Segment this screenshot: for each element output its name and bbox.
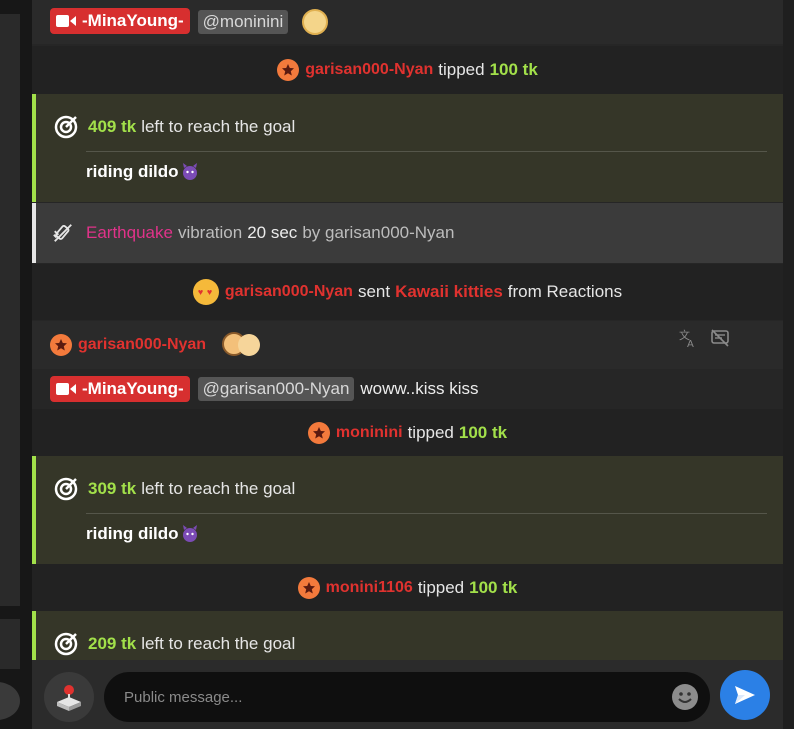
hide-message-icon[interactable] <box>710 328 730 348</box>
goal-notice: 209 tk left to reach the goal <box>32 611 783 660</box>
tip-amount: 100 tk <box>458 422 508 442</box>
emoji-icon <box>302 9 329 35</box>
reaction-verb: sent <box>357 282 391 301</box>
goal-text: left to reach the goal <box>141 634 296 653</box>
joystick-icon <box>57 685 81 711</box>
star-badge-icon <box>307 421 330 444</box>
mention[interactable]: @moninini <box>197 10 289 34</box>
goal-remaining: 409 tk <box>88 117 137 136</box>
vibration-duration: 20 sec <box>247 223 298 242</box>
video-camera-icon <box>56 15 76 27</box>
tip-notice: garisan000-Nyan tipped 100 tk <box>32 46 783 94</box>
tip-amount: 100 tk <box>489 60 538 79</box>
reply-message: -MinaYoung- @garisan000-Nyan woww..kiss … <box>32 369 783 409</box>
left-panel-lower <box>0 619 20 669</box>
goal-notice: 309 tk left to reach the goal riding dil… <box>32 456 783 564</box>
tipper-name[interactable]: monini1106 <box>326 579 413 597</box>
reaction-item: Kawaii kitties <box>395 282 503 301</box>
target-icon <box>54 477 78 501</box>
reaction-notice: ♥ ♥ garisan000-Nyan sent Kawaii kitties … <box>32 264 783 320</box>
reaction-user[interactable]: garisan000-Nyan <box>225 283 353 301</box>
goal-divider <box>86 513 767 514</box>
tip-amount: 100 tk <box>469 577 518 597</box>
target-icon <box>54 632 78 656</box>
star-badge-icon <box>50 334 72 356</box>
send-icon <box>735 686 755 704</box>
target-icon <box>54 115 78 139</box>
goal-remaining: 309 tk <box>88 479 137 498</box>
vibration-by: by garisan000-Nyan <box>302 223 455 242</box>
public-message-input[interactable]: Public message... <box>104 672 710 722</box>
star-badge-icon <box>277 59 300 81</box>
broadcaster-tag[interactable]: -MinaYoung- <box>50 376 190 402</box>
tip-notice: monini1106 tipped 100 tk <box>32 564 783 611</box>
chat-message: -MinaYoung- @moninini <box>32 0 783 44</box>
broadcaster-tag[interactable]: -MinaYoung- <box>50 8 190 34</box>
message-text: woww..kiss kiss <box>360 379 479 398</box>
reaction-suffix: from Reactions <box>507 282 623 301</box>
heart-eyes-emoji-icon: ♥ ♥ <box>192 279 219 305</box>
control-chair-button[interactable] <box>44 672 94 722</box>
vibration-pattern: Earthquake <box>86 223 173 242</box>
svg-text:A: A <box>687 339 694 348</box>
tip-verb: tipped <box>417 577 465 597</box>
devil-emoji-icon <box>182 525 197 542</box>
goal-remaining: 209 tk <box>88 634 137 653</box>
vibration-word: vibration <box>177 223 243 242</box>
tip-notice: moninini tipped 100 tk <box>32 409 783 456</box>
goal-notice: 409 tk left to reach the goal riding dil… <box>32 94 783 202</box>
tip-verb: tipped <box>407 422 454 442</box>
translate-icon[interactable]: 文A <box>678 328 698 348</box>
goal-name: riding dildo <box>86 524 179 543</box>
tipper-name[interactable]: moninini <box>336 424 403 442</box>
message-user[interactable]: garisan000-Nyan <box>78 336 206 354</box>
kiss-emoji-icon <box>222 332 262 358</box>
left-panel <box>0 14 20 606</box>
sender-name: -MinaYoung- <box>82 11 184 30</box>
vibration-notice: Earthquake vibration 20 sec by garisan00… <box>32 203 783 263</box>
send-button[interactable] <box>720 670 770 720</box>
tip-verb: tipped <box>438 60 485 79</box>
input-placeholder: Public message... <box>124 688 243 706</box>
video-camera-icon <box>56 383 76 395</box>
sender-name: -MinaYoung- <box>82 379 184 398</box>
tipper-name[interactable]: garisan000-Nyan <box>305 61 433 79</box>
goal-text: left to reach the goal <box>141 479 296 498</box>
mention[interactable]: @garisan000-Nyan <box>197 377 355 401</box>
chat-feed[interactable]: -MinaYoung- @moninini garisan000-Nyan ti… <box>32 0 783 660</box>
goal-name: riding dildo <box>86 162 179 181</box>
right-gutter <box>783 0 794 729</box>
user-message: garisan000-Nyan 文A <box>32 321 783 369</box>
vibration-icon <box>53 224 72 242</box>
goal-divider <box>86 151 767 152</box>
star-badge-icon <box>297 576 320 599</box>
emoji-picker-icon[interactable] <box>672 684 698 710</box>
devil-emoji-icon <box>182 163 197 180</box>
goal-text: left to reach the goal <box>141 117 296 136</box>
composer: Public message... <box>32 660 783 729</box>
